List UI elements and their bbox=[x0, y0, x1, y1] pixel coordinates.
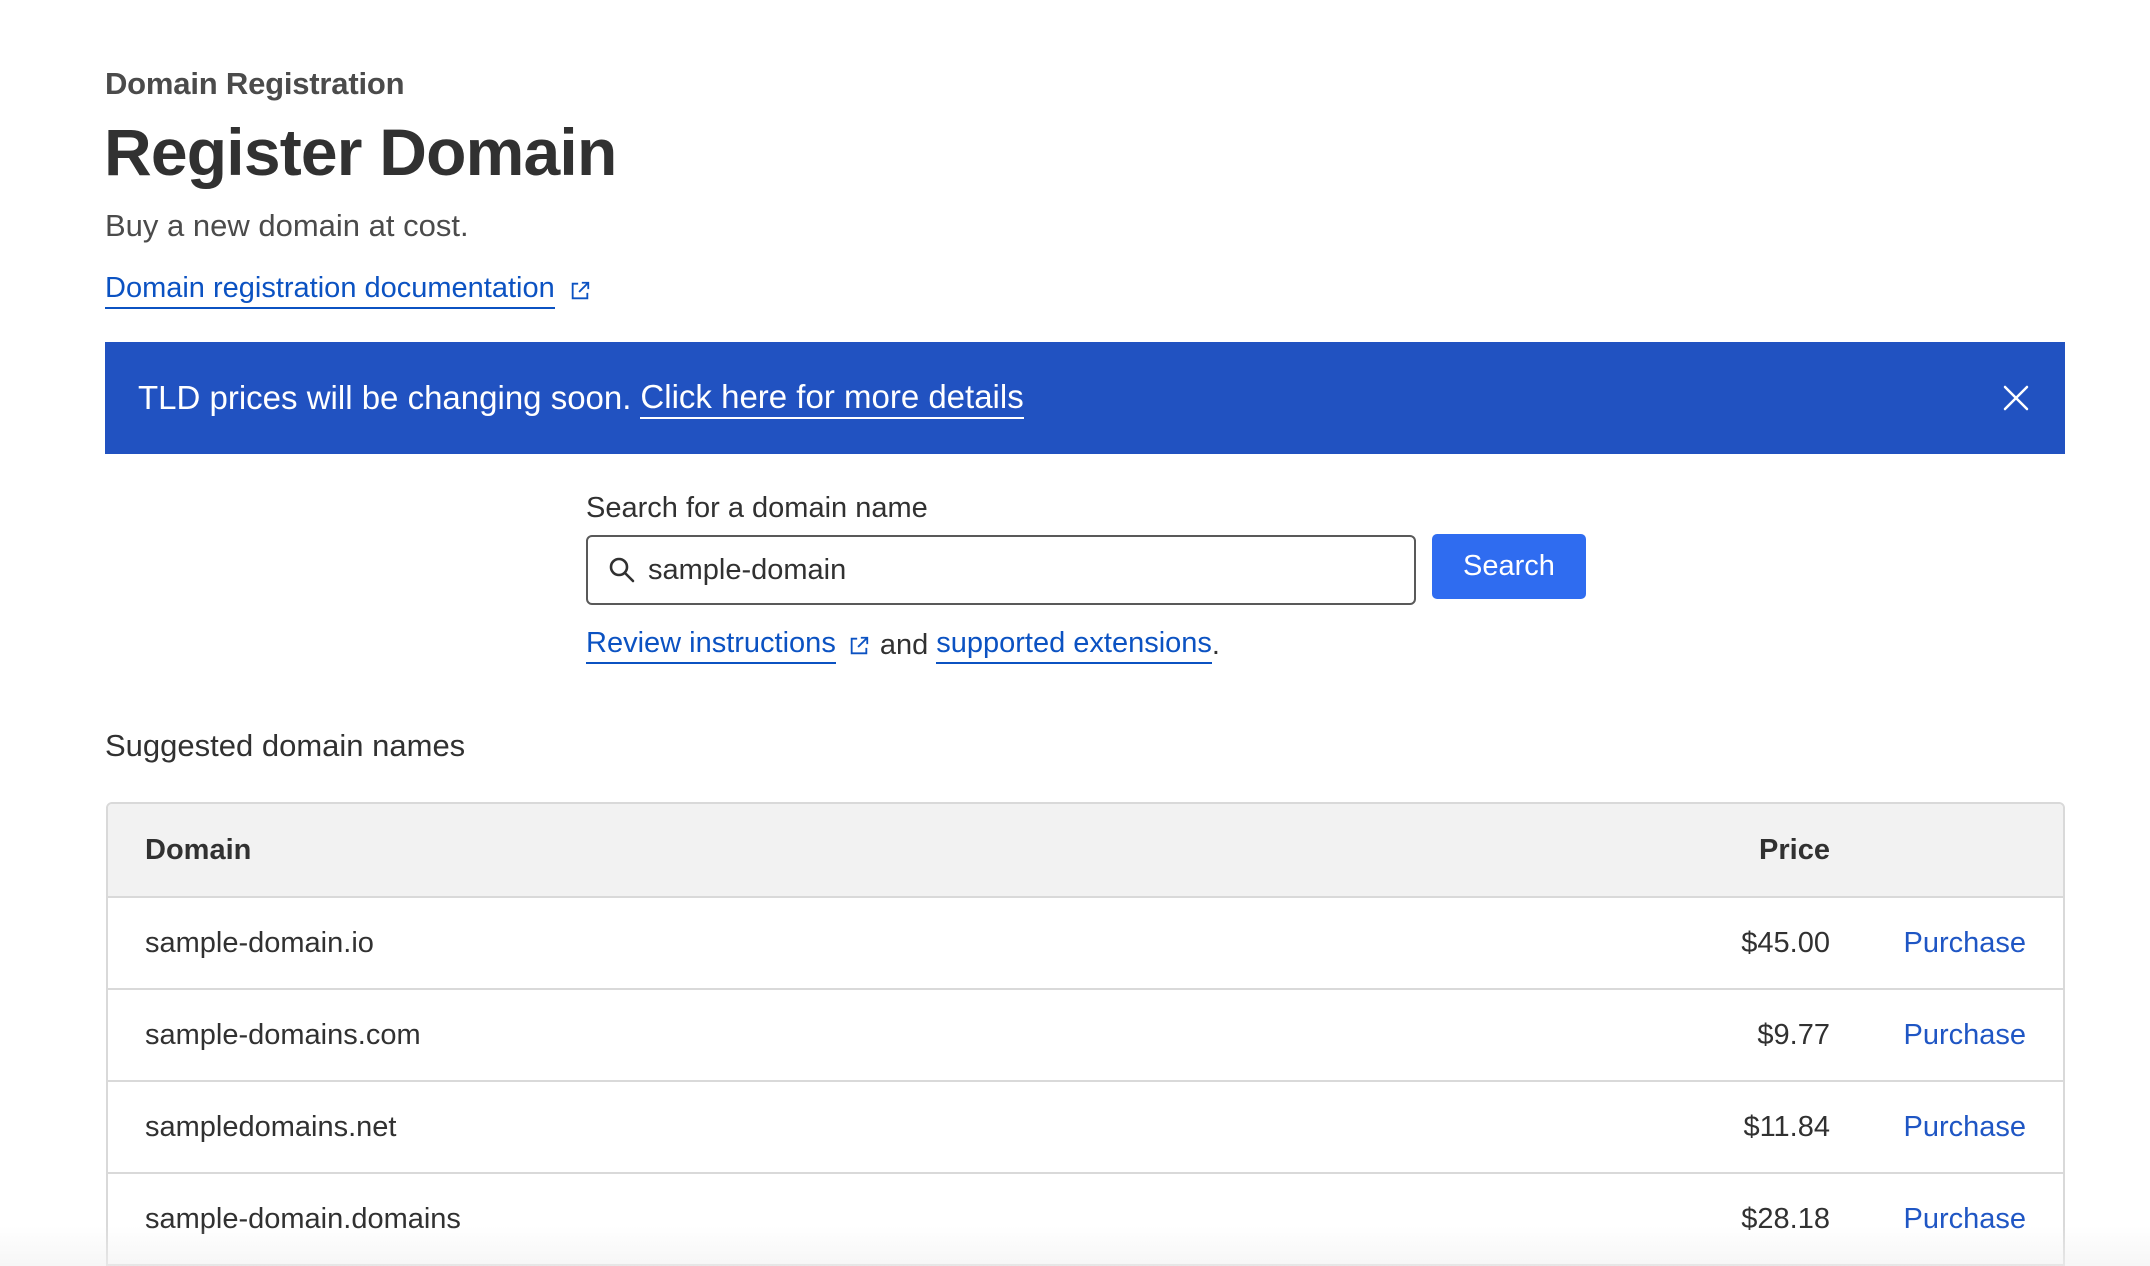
column-header-price: Price bbox=[1759, 833, 1830, 866]
helper-period: . bbox=[1211, 629, 1220, 661]
price-cell: $11.84 bbox=[1743, 1110, 1830, 1143]
search-input[interactable] bbox=[648, 553, 1408, 587]
page-subtitle: Buy a new domain at cost. bbox=[105, 208, 469, 243]
domain-cell: sample-domains.com bbox=[145, 1018, 421, 1051]
price-cell: $45.00 bbox=[1741, 926, 1830, 959]
banner-text: TLD prices will be changing soon. bbox=[138, 379, 632, 416]
breadcrumb: Domain Registration bbox=[105, 66, 405, 101]
price-cell: $9.77 bbox=[1757, 1018, 1830, 1051]
review-instructions-link[interactable]: Review instructions bbox=[586, 627, 836, 664]
table-header-row: Domain Price bbox=[108, 804, 2063, 898]
purchase-link[interactable]: Purchase bbox=[1903, 1111, 2026, 1143]
page: Domain Registration Register Domain Buy … bbox=[0, 0, 2150, 1266]
search-helper-text: Review instructions and supported extens… bbox=[586, 627, 1586, 664]
domain-cell: sample-domain.domains bbox=[145, 1202, 461, 1235]
suggested-domains-table: Domain Price sample-domain.io $45.00 Pur… bbox=[106, 802, 2065, 1266]
price-cell: $28.18 bbox=[1741, 1202, 1830, 1235]
external-link-icon bbox=[850, 636, 868, 654]
search-icon bbox=[609, 557, 635, 583]
domain-cell: sampledomains.net bbox=[145, 1110, 397, 1143]
column-header-domain: Domain bbox=[145, 833, 252, 866]
purchase-link[interactable]: Purchase bbox=[1903, 927, 2026, 959]
purchase-link[interactable]: Purchase bbox=[1903, 1203, 2026, 1235]
table-row: sample-domain.domains $28.18 Purchase bbox=[108, 1174, 2063, 1266]
table-row: sampledomains.net $11.84 Purchase bbox=[108, 1082, 2063, 1174]
domain-search-form: Search for a domain name Search Review i… bbox=[586, 492, 1586, 664]
table-row: sample-domains.com $9.77 Purchase bbox=[108, 990, 2063, 1082]
documentation-link[interactable]: Domain registration documentation bbox=[105, 272, 591, 309]
table-row: sample-domain.io $45.00 Purchase bbox=[108, 898, 2063, 990]
purchase-link[interactable]: Purchase bbox=[1903, 1019, 2026, 1051]
close-icon[interactable] bbox=[2000, 382, 2032, 414]
search-field[interactable] bbox=[586, 535, 1416, 605]
domain-cell: sample-domain.io bbox=[145, 926, 374, 959]
supported-extensions-link[interactable]: supported extensions bbox=[936, 627, 1212, 664]
external-link-icon bbox=[571, 281, 589, 299]
helper-and-text: and bbox=[879, 629, 929, 661]
page-title: Register Domain bbox=[104, 115, 617, 189]
documentation-link-label[interactable]: Domain registration documentation bbox=[105, 272, 555, 309]
search-label: Search for a domain name bbox=[586, 492, 928, 524]
search-button[interactable]: Search bbox=[1432, 534, 1586, 599]
tld-price-banner: TLD prices will be changing soon. Click … bbox=[105, 342, 2065, 454]
suggested-domains-title: Suggested domain names bbox=[105, 728, 466, 763]
banner-details-link[interactable]: Click here for more details bbox=[640, 378, 1024, 419]
